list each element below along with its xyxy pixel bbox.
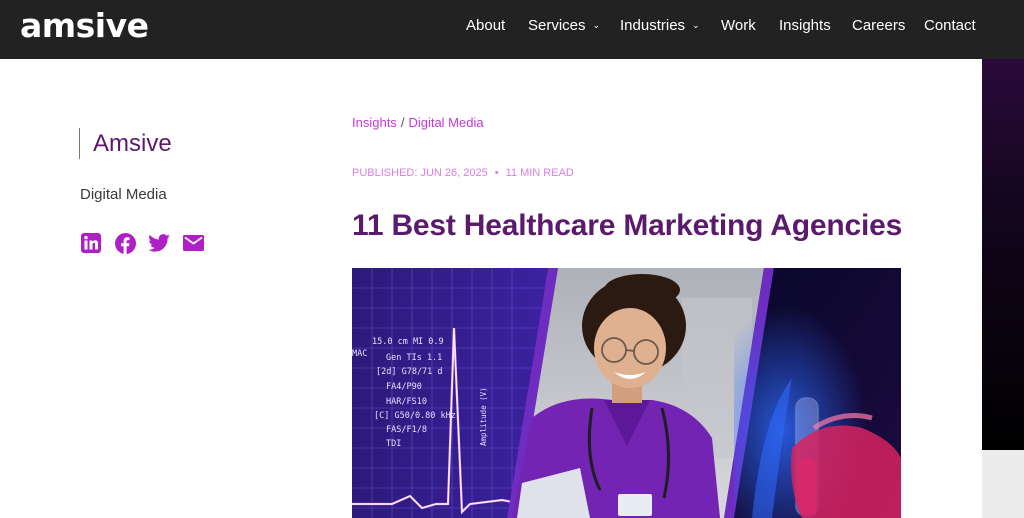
- nav-careers[interactable]: Careers: [852, 0, 905, 50]
- hero-readout-line: FA4/P90: [386, 382, 422, 392]
- nav-work[interactable]: Work: [721, 0, 756, 50]
- nav-services[interactable]: Services ⌄: [528, 0, 600, 50]
- chevron-down-icon: ⌄: [692, 19, 700, 30]
- nav-about[interactable]: About: [466, 0, 505, 50]
- author-divider: [79, 128, 80, 159]
- breadcrumb: Insights / Digital Media: [352, 114, 484, 131]
- hero-readout-line: 15.0 cm MI 0.9: [372, 337, 444, 347]
- hero-axis-label: Amplitude (V): [479, 387, 488, 446]
- email-icon[interactable]: [182, 232, 204, 254]
- hero-image: MAC 15.0 cm MI 0.9 Gen TIs 1.1 [2d] G78/…: [352, 268, 901, 518]
- article-meta: PUBLISHED: JUN 26, 2025 • 11 MIN READ: [352, 166, 574, 180]
- site-header: amsive About Services ⌄ Industries ⌄ Wor…: [0, 0, 1024, 59]
- article-category: Digital Media: [80, 186, 167, 203]
- hero-readout-line: [2d] G78/71 d: [376, 367, 443, 377]
- read-time: 11 MIN READ: [505, 167, 574, 179]
- share-links: [80, 232, 216, 254]
- nav-industries-label: Industries: [620, 16, 686, 34]
- published-date: PUBLISHED: JUN 26, 2025: [352, 167, 488, 179]
- side-decorative-band: [982, 59, 1024, 450]
- nav-services-label: Services: [528, 16, 586, 34]
- article-title: 11 Best Healthcare Marketing Agencies: [352, 209, 903, 242]
- chevron-down-icon: ⌄: [592, 19, 601, 30]
- nav-careers-label: Careers: [852, 16, 906, 34]
- nav-insights[interactable]: Insights: [779, 0, 831, 50]
- side-decorative-block: [982, 450, 1024, 518]
- nav-about-label: About: [466, 16, 506, 34]
- hero-readout-line: TDI: [386, 439, 401, 449]
- nav-industries[interactable]: Industries ⌄: [620, 0, 700, 50]
- author-name[interactable]: Amsive: [93, 129, 172, 159]
- hero-readout-line: FAS/F1/8: [386, 425, 427, 435]
- meta-separator: •: [494, 167, 499, 179]
- hero-side-text: MAC: [352, 349, 367, 359]
- linkedin-icon[interactable]: [80, 232, 102, 254]
- breadcrumb-separator: /: [400, 115, 405, 130]
- breadcrumb-insights[interactable]: Insights: [352, 115, 397, 130]
- amsive-logo[interactable]: amsive: [20, 6, 149, 46]
- hero-readout-line: HAR/FS10: [386, 397, 427, 407]
- nav-insights-label: Insights: [779, 16, 831, 34]
- nav-contact-label: Contact: [924, 16, 976, 34]
- breadcrumb-digital-media[interactable]: Digital Media: [408, 115, 483, 130]
- twitter-icon[interactable]: [148, 232, 170, 254]
- facebook-icon[interactable]: [114, 232, 136, 254]
- hero-readout-line: Gen TIs 1.1: [386, 353, 442, 363]
- hero-readout-line: [C] G50/0.80 kHz: [374, 411, 456, 421]
- nav-contact[interactable]: Contact: [924, 0, 976, 50]
- nav-work-label: Work: [721, 16, 756, 34]
